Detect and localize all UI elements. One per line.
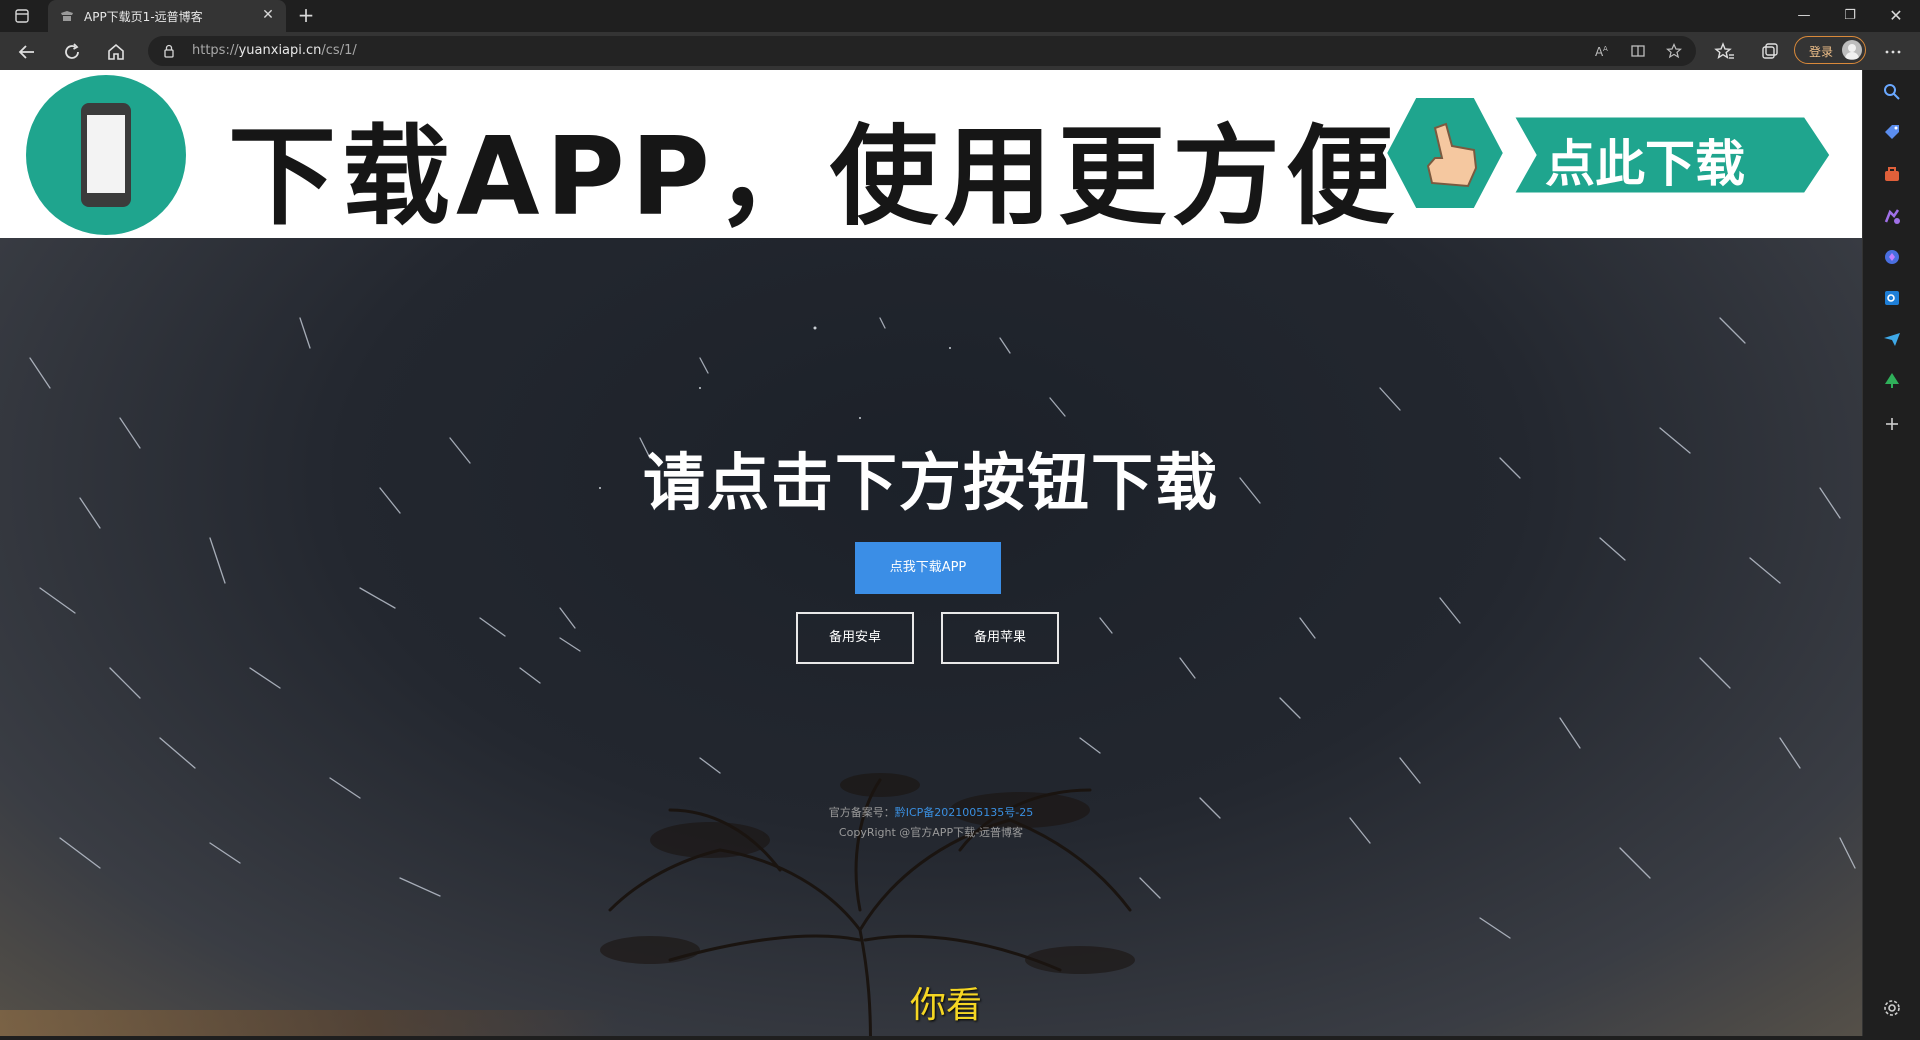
new-tab-icon[interactable]: +: [296, 5, 316, 26]
profile-login-button[interactable]: 登录: [1794, 36, 1866, 64]
tree-icon[interactable]: [1882, 370, 1902, 390]
login-label: 登录: [1809, 45, 1834, 59]
page-title: 请点击下方按钮下载: [642, 446, 1219, 519]
home-icon[interactable]: [105, 41, 127, 63]
lock-icon[interactable]: [162, 44, 176, 58]
backup-android-button[interactable]: 备用安卓: [796, 612, 914, 664]
shopping-tag-icon[interactable]: [1882, 122, 1902, 142]
restore-icon[interactable]: ❐: [1840, 6, 1860, 26]
close-window-icon[interactable]: ✕: [1886, 6, 1906, 26]
address-bar[interactable]: https://yuanxiapi.cn/cs/1/ A A: [148, 36, 1696, 66]
favorites-icon[interactable]: [1714, 41, 1736, 63]
settings-gear-icon[interactable]: [1882, 998, 1902, 1018]
back-icon[interactable]: [16, 41, 38, 63]
phone-badge: [26, 75, 186, 235]
banner-headline: 下载APP，使用更方便: [228, 115, 1400, 240]
icp-prefix: 官方备案号：: [828, 806, 895, 819]
icp-link[interactable]: 黔ICP备2021005135号-25: [895, 806, 1034, 819]
video-subtitle: 你看: [909, 985, 982, 1026]
immersive-reader-icon[interactable]: [1630, 43, 1646, 59]
phone-icon: [81, 103, 131, 207]
icp-line: 官方备案号：黔ICP备2021005135号-25: [0, 804, 1862, 820]
add-icon[interactable]: [1882, 414, 1902, 434]
tab-strip: APP下载页1-远普博客 ✕ + — ❐ ✕: [0, 0, 1920, 32]
read-aloud-icon[interactable]: A A: [1594, 43, 1610, 59]
active-tab[interactable]: APP下载页1-远普博客 ✕: [48, 0, 286, 32]
copyright: CopyRight @官方APP下载-远普博客: [838, 826, 1024, 839]
add-favorite-icon[interactable]: [1666, 43, 1682, 59]
tab-title: APP下载页1-远普博客: [84, 10, 203, 24]
window-bottom-edge: [0, 1036, 1920, 1040]
search-icon[interactable]: [1882, 82, 1902, 102]
refresh-icon[interactable]: [61, 41, 83, 63]
collections-icon[interactable]: [1759, 41, 1781, 63]
minimize-icon[interactable]: —: [1794, 6, 1814, 26]
close-tab-icon[interactable]: ✕: [260, 7, 276, 23]
avatar: [1842, 40, 1862, 60]
backup-ios-button[interactable]: 备用苹果: [941, 612, 1059, 664]
download-app-button[interactable]: 点我下载APP: [855, 542, 1001, 594]
svg-text:A: A: [1603, 45, 1608, 53]
more-menu-icon[interactable]: [1882, 41, 1904, 63]
sidebar: [1862, 70, 1920, 1036]
url-text[interactable]: https://yuanxiapi.cn/cs/1/: [192, 43, 357, 58]
outlook-icon[interactable]: [1882, 288, 1902, 308]
download-banner[interactable]: 下载APP，使用更方便 点此下载: [0, 70, 1862, 240]
tab-actions-icon[interactable]: [14, 8, 30, 24]
banner-download-label[interactable]: 点此下载: [1545, 124, 1745, 196]
web-page: 下载APP，使用更方便 点此下载 请点击下方按钮下载 点我下载APP 备用安卓 …: [0, 70, 1862, 1036]
copilot-icon[interactable]: [1882, 247, 1902, 267]
site-favicon-icon: [61, 11, 73, 21]
games-icon[interactable]: [1882, 206, 1902, 226]
send-icon[interactable]: [1882, 329, 1902, 349]
hand-pointer-icon: [1382, 94, 1508, 212]
browser-toolbar: https://yuanxiapi.cn/cs/1/ A A 登录: [0, 32, 1920, 70]
tools-icon[interactable]: [1882, 164, 1902, 184]
